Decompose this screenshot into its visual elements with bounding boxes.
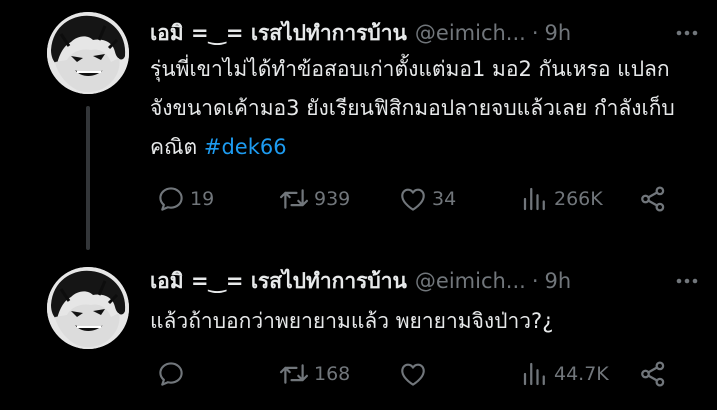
display-name[interactable]: เอมิ =‿= เรสไปทำการบ้าน bbox=[150, 17, 407, 50]
hashtag-link[interactable]: #dek66 bbox=[204, 135, 287, 159]
view-count: 44.7K bbox=[554, 363, 609, 385]
tweet-1[interactable]: เอมิ =‿= เรสไปทำการบ้าน @eimich... · 9h … bbox=[0, 0, 717, 250]
separator-dot: · bbox=[531, 269, 539, 293]
timestamp[interactable]: 9h bbox=[545, 21, 572, 45]
reply-icon bbox=[159, 187, 183, 211]
share-icon bbox=[641, 186, 665, 212]
share-button[interactable] bbox=[638, 182, 668, 216]
like-button[interactable]: 34 bbox=[398, 182, 456, 216]
like-count: 34 bbox=[432, 188, 457, 210]
tweet-text: แล้วถ้าบอกว่าพยายามแล้ว พยายามจิงป่าว?¿ bbox=[150, 302, 690, 341]
tweet-header: เอมิ =‿= เรสไปทำการบ้าน @eimich... · 9h bbox=[150, 266, 701, 296]
tweet-text-content: แล้วถ้าบอกว่าพยายามแล้ว พยายามจิงป่าว?¿ bbox=[150, 309, 554, 333]
share-button[interactable] bbox=[638, 357, 668, 391]
view-count: 266K bbox=[554, 188, 603, 210]
views-button[interactable]: 266K bbox=[520, 182, 603, 216]
views-icon bbox=[523, 362, 545, 386]
retweet-count: 939 bbox=[314, 188, 351, 210]
more-icon[interactable] bbox=[673, 20, 701, 46]
retweet-button[interactable]: 168 bbox=[278, 357, 350, 391]
user-handle[interactable]: @eimich... bbox=[415, 21, 526, 45]
avatar-image bbox=[47, 267, 129, 349]
reply-button[interactable]: 19 bbox=[156, 182, 214, 216]
tweet-2[interactable]: เอมิ =‿= เรสไปทำการบ้าน @eimich... · 9h … bbox=[0, 250, 717, 410]
retweet-icon bbox=[279, 189, 309, 209]
like-icon bbox=[401, 188, 425, 211]
timestamp[interactable]: 9h bbox=[545, 269, 572, 293]
tweet-thread: เอมิ =‿= เรสไปทำการบ้าน @eimich... · 9h … bbox=[0, 0, 717, 410]
thread-connector-line bbox=[86, 106, 90, 250]
display-name[interactable]: เอมิ =‿= เรสไปทำการบ้าน bbox=[150, 265, 407, 298]
reply-icon bbox=[159, 362, 183, 386]
like-icon bbox=[401, 363, 425, 386]
tweet-header: เอมิ =‿= เรสไปทำการบ้าน @eimich... · 9h bbox=[150, 18, 701, 48]
share-icon bbox=[641, 361, 665, 387]
reply-count: 19 bbox=[190, 188, 215, 210]
user-handle[interactable]: @eimich... bbox=[415, 269, 526, 293]
retweet-icon bbox=[279, 364, 309, 384]
tweet-actions: 168 44.7K bbox=[150, 357, 680, 391]
avatar[interactable] bbox=[47, 267, 129, 349]
views-button[interactable]: 44.7K bbox=[520, 357, 609, 391]
avatar[interactable] bbox=[47, 12, 129, 94]
like-button[interactable] bbox=[398, 357, 432, 391]
avatar-image bbox=[47, 12, 129, 94]
retweet-count: 168 bbox=[314, 363, 351, 385]
tweet-actions: 19 939 34 266K bbox=[150, 182, 680, 216]
tweet-text: รุ่นพี่เขาไม่ได้ทำข้อสอบเก่าตั้งแต่มอ1 ม… bbox=[150, 50, 690, 167]
more-icon[interactable] bbox=[673, 268, 701, 294]
retweet-button[interactable]: 939 bbox=[278, 182, 350, 216]
reply-button[interactable] bbox=[156, 357, 190, 391]
separator-dot: · bbox=[531, 21, 539, 45]
views-icon bbox=[523, 187, 545, 211]
